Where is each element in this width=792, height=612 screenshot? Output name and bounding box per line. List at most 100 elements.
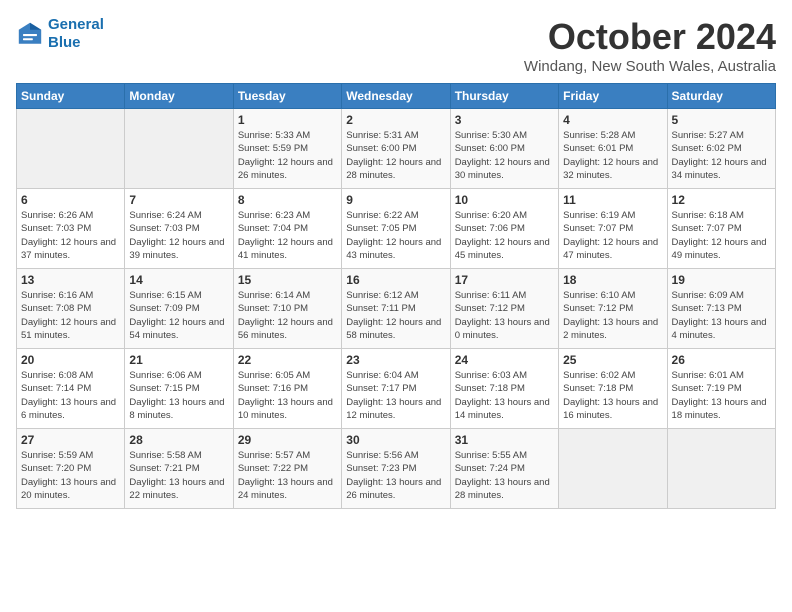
day-detail: Sunrise: 5:56 AM Sunset: 7:23 PM Dayligh… xyxy=(346,449,445,502)
day-detail: Sunrise: 6:14 AM Sunset: 7:10 PM Dayligh… xyxy=(238,289,337,342)
title-area: October 2024 Windang, New South Wales, A… xyxy=(524,16,776,75)
calendar-header-row: Sunday Monday Tuesday Wednesday Thursday… xyxy=(17,84,776,109)
header-saturday: Saturday xyxy=(667,84,775,109)
day-number: 5 xyxy=(672,113,771,127)
day-number: 21 xyxy=(129,353,228,367)
header-thursday: Thursday xyxy=(450,84,558,109)
day-number: 11 xyxy=(563,193,662,207)
calendar-cell xyxy=(559,429,667,509)
day-detail: Sunrise: 6:01 AM Sunset: 7:19 PM Dayligh… xyxy=(672,369,771,422)
day-number: 15 xyxy=(238,273,337,287)
logo-line1: General xyxy=(48,16,104,33)
day-detail: Sunrise: 6:02 AM Sunset: 7:18 PM Dayligh… xyxy=(563,369,662,422)
day-detail: Sunrise: 6:11 AM Sunset: 7:12 PM Dayligh… xyxy=(455,289,554,342)
header-friday: Friday xyxy=(559,84,667,109)
day-detail: Sunrise: 5:57 AM Sunset: 7:22 PM Dayligh… xyxy=(238,449,337,502)
day-number: 13 xyxy=(21,273,120,287)
calendar-table: Sunday Monday Tuesday Wednesday Thursday… xyxy=(16,83,776,509)
day-detail: Sunrise: 6:08 AM Sunset: 7:14 PM Dayligh… xyxy=(21,369,120,422)
calendar-cell: 21Sunrise: 6:06 AM Sunset: 7:15 PM Dayli… xyxy=(125,349,233,429)
day-number: 1 xyxy=(238,113,337,127)
day-number: 14 xyxy=(129,273,228,287)
day-number: 30 xyxy=(346,433,445,447)
day-number: 18 xyxy=(563,273,662,287)
calendar-week-1: 1 Sunrise: 5:33 AM Sunset: 5:59 PM Daylig… xyxy=(17,109,776,189)
calendar-cell: 8 Sunrise: 6:23 AM Sunset: 7:04 PM Daylig… xyxy=(233,189,341,269)
calendar-cell: 15 Sunrise: 6:14 AM Sunset: 7:10 PM Dayli… xyxy=(233,269,341,349)
day-detail: Sunrise: 6:20 AM Sunset: 7:06 PM Dayligh… xyxy=(455,209,554,262)
day-number: 8 xyxy=(238,193,337,207)
day-number: 31 xyxy=(455,433,554,447)
calendar-week-4: 20 Sunrise: 6:08 AM Sunset: 7:14 PM Dayli… xyxy=(17,349,776,429)
day-number: 29 xyxy=(238,433,337,447)
day-number: 10 xyxy=(455,193,554,207)
calendar-cell: 5 Sunrise: 5:27 AM Sunset: 6:02 PM Daylig… xyxy=(667,109,775,189)
header: General Blue October 2024 Windang, New S… xyxy=(16,16,776,75)
day-number: 2 xyxy=(346,113,445,127)
logo-line2: Blue xyxy=(48,34,81,51)
day-number: 25 xyxy=(563,353,662,367)
day-detail: Sunrise: 6:24 AM Sunset: 7:03 PM Dayligh… xyxy=(129,209,228,262)
day-detail: Sunrise: 6:09 AM Sunset: 7:13 PM Dayligh… xyxy=(672,289,771,342)
calendar-cell: 24 Sunrise: 6:03 AM Sunset: 7:18 PM Dayli… xyxy=(450,349,558,429)
day-detail: Sunrise: 6:23 AM Sunset: 7:04 PM Dayligh… xyxy=(238,209,337,262)
calendar-cell: 10 Sunrise: 6:20 AM Sunset: 7:06 PM Dayli… xyxy=(450,189,558,269)
day-number: 19 xyxy=(672,273,771,287)
calendar-cell: 2 Sunrise: 5:31 AM Sunset: 6:00 PM Daylig… xyxy=(342,109,450,189)
day-detail: Sunrise: 5:31 AM Sunset: 6:00 PM Dayligh… xyxy=(346,129,445,182)
day-number: 6 xyxy=(21,193,120,207)
calendar-cell: 23 Sunrise: 6:04 AM Sunset: 7:17 PM Dayli… xyxy=(342,349,450,429)
calendar-cell: 31 Sunrise: 5:55 AM Sunset: 7:24 PM Dayli… xyxy=(450,429,558,509)
day-detail: Sunrise: 6:03 AM Sunset: 7:18 PM Dayligh… xyxy=(455,369,554,422)
day-detail: Sunrise: 5:30 AM Sunset: 6:00 PM Dayligh… xyxy=(455,129,554,182)
day-number: 24 xyxy=(455,353,554,367)
calendar-cell: 7Sunrise: 6:24 AM Sunset: 7:03 PM Daylig… xyxy=(125,189,233,269)
day-number: 17 xyxy=(455,273,554,287)
header-tuesday: Tuesday xyxy=(233,84,341,109)
day-detail: Sunrise: 5:58 AM Sunset: 7:21 PM Dayligh… xyxy=(129,449,228,502)
day-detail: Sunrise: 6:10 AM Sunset: 7:12 PM Dayligh… xyxy=(563,289,662,342)
day-detail: Sunrise: 6:26 AM Sunset: 7:03 PM Dayligh… xyxy=(21,209,120,262)
calendar-cell: 27Sunrise: 5:59 AM Sunset: 7:20 PM Dayli… xyxy=(17,429,125,509)
day-number: 22 xyxy=(238,353,337,367)
calendar-cell: 3 Sunrise: 5:30 AM Sunset: 6:00 PM Daylig… xyxy=(450,109,558,189)
calendar-cell: 12Sunrise: 6:18 AM Sunset: 7:07 PM Dayli… xyxy=(667,189,775,269)
header-sunday: Sunday xyxy=(17,84,125,109)
day-detail: Sunrise: 5:55 AM Sunset: 7:24 PM Dayligh… xyxy=(455,449,554,502)
calendar-cell: 14 Sunrise: 6:15 AM Sunset: 7:09 PM Dayli… xyxy=(125,269,233,349)
day-detail: Sunrise: 6:04 AM Sunset: 7:17 PM Dayligh… xyxy=(346,369,445,422)
calendar-cell xyxy=(667,429,775,509)
logo-icon xyxy=(16,20,44,48)
calendar-cell xyxy=(125,109,233,189)
day-number: 3 xyxy=(455,113,554,127)
calendar-week-5: 27Sunrise: 5:59 AM Sunset: 7:20 PM Dayli… xyxy=(17,429,776,509)
location-subtitle: Windang, New South Wales, Australia xyxy=(524,58,776,75)
day-detail: Sunrise: 6:15 AM Sunset: 7:09 PM Dayligh… xyxy=(129,289,228,342)
calendar-cell xyxy=(17,109,125,189)
day-number: 23 xyxy=(346,353,445,367)
calendar-cell: 28 Sunrise: 5:58 AM Sunset: 7:21 PM Dayli… xyxy=(125,429,233,509)
day-detail: Sunrise: 5:28 AM Sunset: 6:01 PM Dayligh… xyxy=(563,129,662,182)
calendar-cell: 1 Sunrise: 5:33 AM Sunset: 5:59 PM Daylig… xyxy=(233,109,341,189)
calendar-week-3: 13Sunrise: 6:16 AM Sunset: 7:08 PM Dayli… xyxy=(17,269,776,349)
calendar-cell: 11 Sunrise: 6:19 AM Sunset: 7:07 PM Dayli… xyxy=(559,189,667,269)
day-detail: Sunrise: 5:27 AM Sunset: 6:02 PM Dayligh… xyxy=(672,129,771,182)
calendar-cell: 4Sunrise: 5:28 AM Sunset: 6:01 PM Daylig… xyxy=(559,109,667,189)
day-detail: Sunrise: 6:05 AM Sunset: 7:16 PM Dayligh… xyxy=(238,369,337,422)
header-wednesday: Wednesday xyxy=(342,84,450,109)
day-detail: Sunrise: 5:33 AM Sunset: 5:59 PM Dayligh… xyxy=(238,129,337,182)
calendar-cell: 30 Sunrise: 5:56 AM Sunset: 7:23 PM Dayli… xyxy=(342,429,450,509)
day-detail: Sunrise: 6:18 AM Sunset: 7:07 PM Dayligh… xyxy=(672,209,771,262)
calendar-cell: 17 Sunrise: 6:11 AM Sunset: 7:12 PM Dayli… xyxy=(450,269,558,349)
month-title: October 2024 xyxy=(524,16,776,58)
day-number: 26 xyxy=(672,353,771,367)
calendar-cell: 22 Sunrise: 6:05 AM Sunset: 7:16 PM Dayli… xyxy=(233,349,341,429)
calendar-cell: 20 Sunrise: 6:08 AM Sunset: 7:14 PM Dayli… xyxy=(17,349,125,429)
calendar-cell: 16Sunrise: 6:12 AM Sunset: 7:11 PM Dayli… xyxy=(342,269,450,349)
calendar-cell: 25 Sunrise: 6:02 AM Sunset: 7:18 PM Dayli… xyxy=(559,349,667,429)
day-number: 28 xyxy=(129,433,228,447)
calendar-cell: 13Sunrise: 6:16 AM Sunset: 7:08 PM Dayli… xyxy=(17,269,125,349)
day-detail: Sunrise: 6:12 AM Sunset: 7:11 PM Dayligh… xyxy=(346,289,445,342)
day-detail: Sunrise: 6:19 AM Sunset: 7:07 PM Dayligh… xyxy=(563,209,662,262)
day-number: 20 xyxy=(21,353,120,367)
